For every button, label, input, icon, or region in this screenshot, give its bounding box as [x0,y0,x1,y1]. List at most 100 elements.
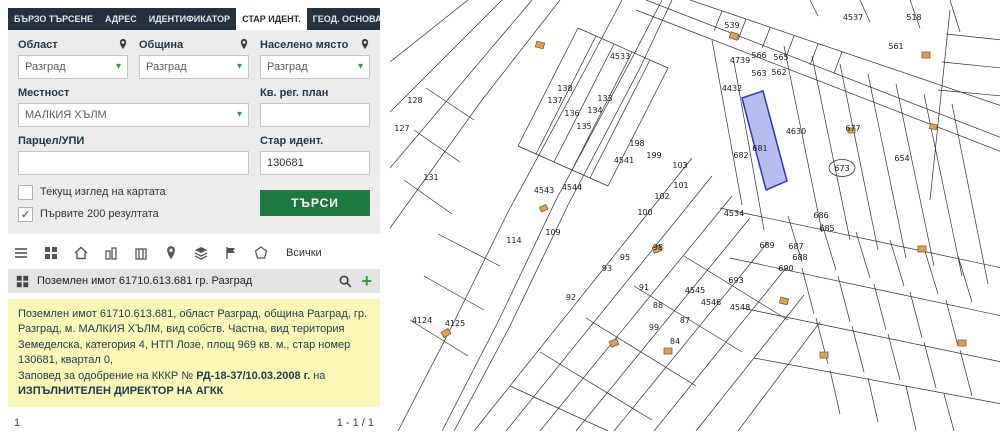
kv-reg-plan-field: Кв. рег. план [260,86,370,127]
parcel-label: 88 [653,301,663,310]
kv-reg-plan-input[interactable] [260,103,370,127]
chevron-down-icon: ▾ [236,61,242,72]
mestnost-select[interactable]: МАЛКИЯ ХЪЛМ ▾ [18,103,249,127]
tab-address[interactable]: АДРЕС [99,8,143,30]
parcel-label: 92 [566,293,576,302]
parcel-label: 681 [752,144,767,153]
tab-identifier[interactable]: ИДЕНТИФИКАТОР [143,8,236,30]
add-result-icon[interactable]: + [361,272,372,290]
parcel-label: 102 [654,192,669,201]
parcel-label: 133 [597,94,612,103]
parcel-label: 128 [407,96,422,105]
location-pin-icon [240,38,248,50]
parcel-label: 693 [728,276,743,285]
cadastral-map[interactable]: 4537 518 539 4739 566 565 563 562 561 4432 4630 677… [389,0,1000,432]
parcel-label: 198 [629,139,644,148]
flag-icon[interactable] [222,244,239,261]
search-panel: БЪРЗО ТЪРСЕНЕ АДРЕС ИДЕНТИФИКАТОР СТАР ИДЕН… [0,0,390,431]
parcel-upi-input[interactable] [18,151,249,175]
kv-reg-plan-label: Кв. рег. план [260,86,329,99]
parcel-label: 138 [557,84,572,93]
parcel-label: 101 [673,181,688,190]
parcel-label: 4544 [562,183,582,192]
parcel-label: 4432 [722,84,742,93]
parcel-label: 689 [759,241,774,250]
parcel-label: 4545 [685,286,705,295]
tab-quick-search[interactable]: БЪРЗО ТЪРСЕНЕ [8,8,99,30]
parcel-label: 4541 [614,156,634,165]
tab-geodesic-basis[interactable]: ГЕОД. ОСНОВА [307,8,388,30]
parcel-label: 687 [788,242,803,251]
map-toolbar: Всички [0,234,390,269]
obshtina-select[interactable]: Разград ▾ [139,55,249,79]
location-pin-icon [361,38,369,50]
star-ident-label: Стар идент. [260,134,324,147]
home-icon[interactable] [72,244,89,261]
map-background [390,0,1000,431]
chevron-down-icon: ▾ [236,109,242,120]
parcel-label: 654 [894,154,909,163]
tab-old-ident[interactable]: СТАР ИДЕНТ. [236,8,307,30]
oblast-field: Област Разград ▾ [18,38,128,79]
obshtina-field: Община Разград ▾ [139,38,249,79]
all-layers-link[interactable]: Всички [286,247,322,259]
parcel-label: 673 [834,164,849,173]
parcel-label: 84 [670,337,680,346]
parcel-label: 563 [751,69,766,78]
parcel-label: 135 [576,122,591,131]
buildings-icon[interactable] [102,244,119,261]
star-ident-input[interactable] [260,151,370,175]
parcel-label: 4125 [445,319,465,328]
oblast-select[interactable]: Разград ▾ [18,55,128,79]
parcel-label: 103 [672,161,687,170]
oblast-value: Разград [25,61,66,73]
parcel-label: 677 [845,124,860,133]
parcel-label: 565 [773,53,788,62]
parcel-label: 539 [724,21,739,30]
current-page[interactable]: 1 [14,417,20,429]
first-200-checkbox[interactable]: ✓ [18,206,33,222]
details-segment: РД-18-37/10.03.2008 г. [196,369,311,382]
parcel-label: 561 [888,42,903,51]
map-pin-icon[interactable] [162,244,179,261]
parcel-label: 93 [602,264,612,273]
details-segment: на [310,369,326,382]
search-button[interactable]: ТЪРСИ [260,190,370,216]
first-200-checkbox-label: Първите 200 резултата [40,208,159,220]
first-200-checkbox-row: ✓ Първите 200 резултата [18,204,249,224]
parcel-label: 4537 [843,13,863,22]
building-icon[interactable] [132,244,149,261]
result-title: Поземлен имот 61710.613.681 гр. Разград [37,275,253,287]
polygon-icon[interactable] [252,244,269,261]
list-view-icon[interactable] [12,244,29,261]
parcel-label: 566 [751,51,766,60]
details-segment: Заповед за одобрение на КККР № [18,369,197,382]
grid-view-icon[interactable] [42,244,59,261]
result-row[interactable]: Поземлен имот 61710.613.681 гр. Разград … [8,269,380,293]
parcel-label: 114 [506,236,521,245]
parcel-label: 127 [394,124,409,133]
parcel-label: 686 [813,211,828,220]
cadastral-map-svg[interactable]: 4537 518 539 4739566 565 563 562 561 4432 4630 677… [389,0,1000,432]
chevron-down-icon: ▾ [115,61,121,72]
parcel-label: 136 [564,109,579,118]
oblast-label: Област [18,38,58,51]
parcel-upi-field: Парцел/УПИ [18,134,249,175]
current-view-checkbox[interactable] [18,184,33,200]
naseleno-myasto-select[interactable]: Разград ▾ [260,55,370,79]
mestnost-label: Местност [18,86,70,99]
parcel-label: 137 [547,96,562,105]
mestnost-field: Местност МАЛКИЯ ХЪЛМ ▾ [18,86,249,127]
zoom-to-result-icon[interactable] [338,274,353,289]
parcel-label: 562 [771,68,786,77]
parcel-label: 690 [778,264,793,273]
parcel-label: 91 [639,283,649,292]
naseleno-myasto-label: Населено място [260,38,349,51]
parcel-label: 98 [653,243,663,252]
layers-icon[interactable] [192,244,209,261]
parcel-label: 4630 [786,127,806,136]
parcel-label: 4739 [730,56,750,65]
parcel-label: 99 [649,323,659,332]
parcel-label: 682 [733,151,748,160]
parcel-label: 87 [680,316,690,325]
